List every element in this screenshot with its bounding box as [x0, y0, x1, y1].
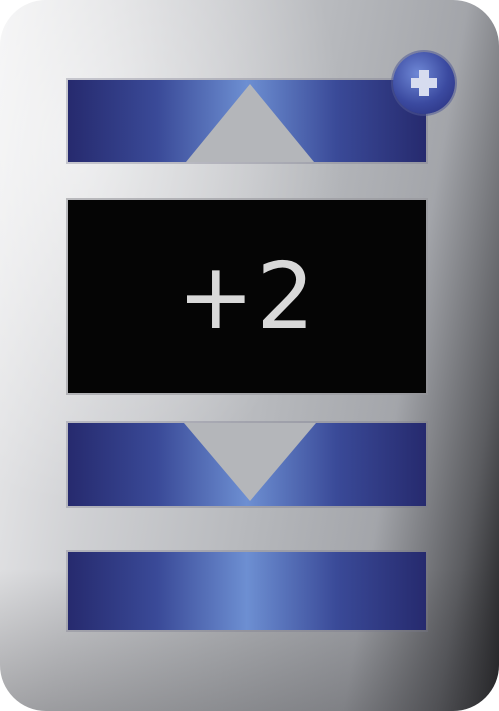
stepper-value: +2	[177, 243, 317, 350]
confirm-button[interactable]	[68, 552, 426, 630]
plus-badge-icon[interactable]	[393, 52, 455, 114]
value-display: +2	[68, 200, 426, 393]
stepper-panel: +2	[0, 0, 499, 711]
triangle-up-icon	[186, 84, 314, 162]
increment-button[interactable]	[68, 80, 426, 162]
triangle-down-icon	[184, 423, 316, 501]
decrement-button[interactable]	[68, 423, 426, 506]
